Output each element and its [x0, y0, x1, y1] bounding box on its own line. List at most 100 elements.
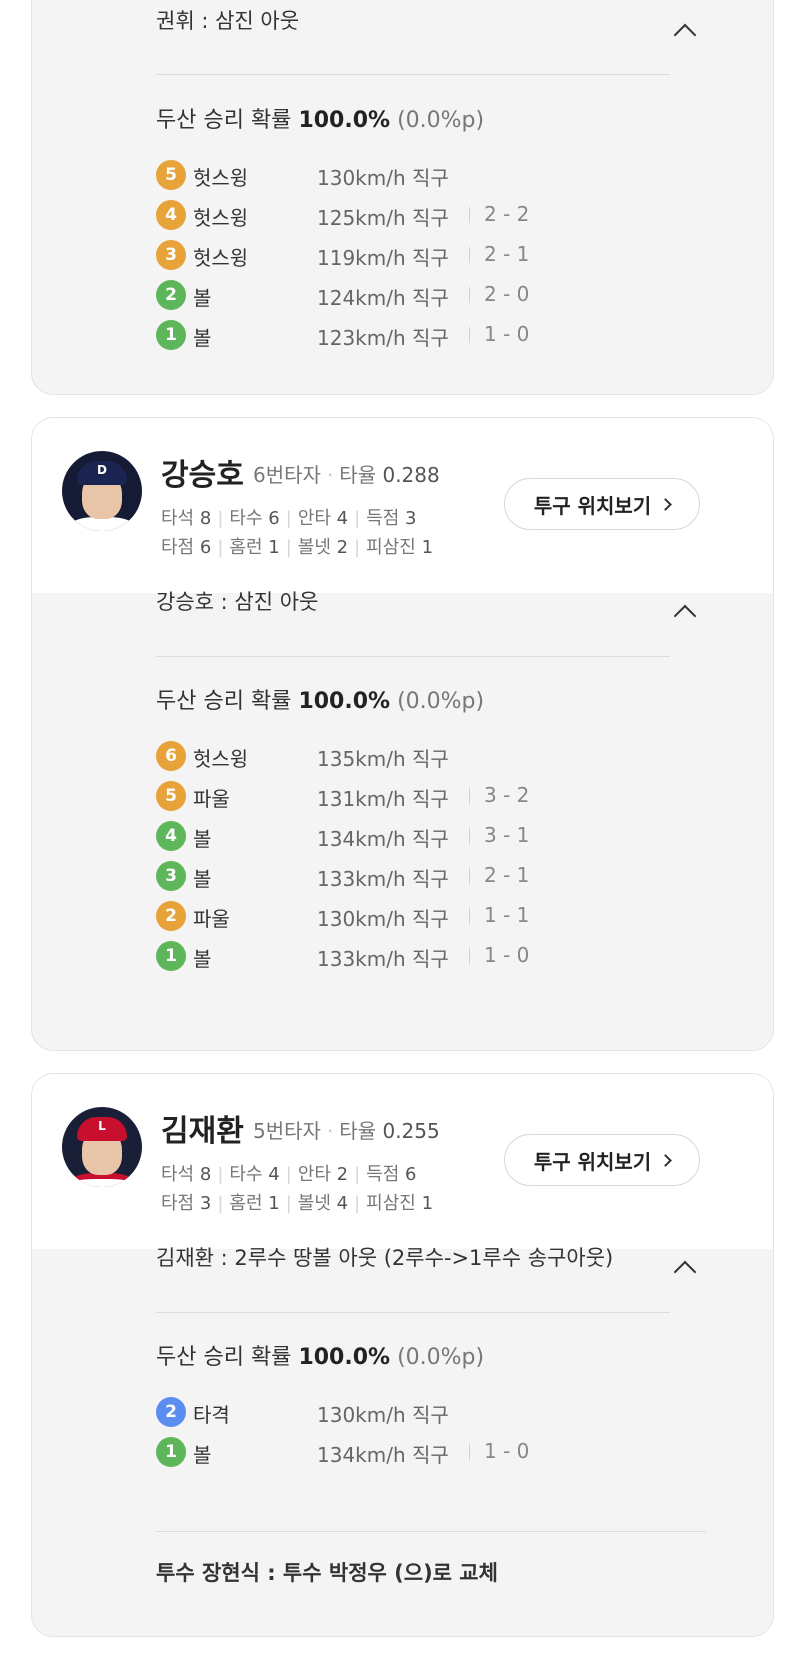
batter-stats-row: 타점 6 | 홈런 1 | 볼넷 2 | 피삼진 1	[161, 537, 434, 558]
stat-value: 4	[336, 508, 349, 529]
team-logo: L	[98, 1119, 106, 1133]
stat-label: 득점	[366, 508, 400, 529]
pitch-speed-type: 119km/h 직구	[317, 246, 449, 270]
stat-value: 8	[199, 1164, 212, 1185]
pitch-number-badge: 3	[156, 240, 186, 270]
player-name: 김재환	[161, 1114, 244, 1149]
stat-label: 볼넷	[297, 537, 331, 558]
stat-value: 4	[268, 1164, 280, 1185]
stat-label: 홈런	[229, 537, 263, 558]
divider	[156, 1531, 706, 1532]
stat-label: 홈런	[229, 1193, 263, 1214]
substitution-note: 투수 장현식 : 투수 박정우 (으)로 교체	[156, 1561, 498, 1585]
stat-label: 볼넷	[297, 1193, 331, 1214]
pitch-row: 4 헛스윙 125km/h 직구 2 - 2	[156, 198, 716, 230]
pitch-result: 파울	[193, 907, 230, 931]
pitch-location-label: 투구 위치보기	[533, 1149, 652, 1174]
stat-label: 타점	[161, 1193, 195, 1214]
stat-label: 타석	[161, 1164, 195, 1185]
pitch-speed-type: 134km/h 직구	[317, 1443, 449, 1467]
collapse-chevron-icon[interactable]	[672, 600, 696, 624]
ball-strike-count: 1 - 0	[469, 943, 529, 967]
pitch-result: 볼	[193, 286, 212, 310]
batter-card: L 김재환 5번타자 · 타율 0.255 타석 8 | 타수 4 | 안타 2 | 득점 6 …	[31, 1073, 774, 1637]
avg-value: 0.255	[382, 1119, 440, 1143]
pitch-speed-type: 130km/h 직구	[317, 1403, 449, 1427]
pitch-speed-type: 130km/h 직구	[317, 907, 449, 931]
pitch-number-badge: 1	[156, 1437, 186, 1467]
stat-label: 타수	[229, 508, 263, 529]
batter-stats-row: 타석 8 | 타수 4 | 안타 2 | 득점 6	[161, 1164, 417, 1185]
stat-label: 피삼진	[366, 1193, 416, 1214]
stat-label: 타수	[229, 1164, 263, 1185]
ball-strike-count: 1 - 0	[469, 322, 529, 346]
pitch-speed-type: 130km/h 직구	[317, 166, 449, 190]
avg-value: 0.288	[382, 463, 440, 487]
win-probability: 두산 승리 확률 100.0% (0.0%p)	[156, 683, 484, 715]
player-avatar: D	[62, 451, 142, 531]
pitch-number-badge: 6	[156, 741, 186, 771]
win-probability-value: 100.0%	[298, 689, 391, 714]
ball-strike-count: 3 - 2	[469, 783, 529, 807]
divider	[156, 656, 670, 657]
pitch-row: 4 볼 134km/h 직구 3 - 1	[156, 819, 716, 851]
pitch-number-badge: 1	[156, 320, 186, 350]
collapse-chevron-icon[interactable]	[672, 19, 696, 43]
pitch-result: 볼	[193, 867, 212, 891]
win-probability: 두산 승리 확률 100.0% (0.0%p)	[156, 102, 484, 134]
pitch-location-button[interactable]: 투구 위치보기	[504, 478, 700, 530]
batter-stats-row: 타점 3 | 홈런 1 | 볼넷 4 | 피삼진 1	[161, 1193, 434, 1214]
stat-value: 1	[268, 537, 280, 558]
at-bat-result: 강승호 : 삼진 아웃	[156, 590, 319, 614]
pitch-number-badge: 2	[156, 1397, 186, 1427]
collapse-chevron-icon[interactable]	[672, 1256, 696, 1280]
pitch-number-badge: 4	[156, 200, 186, 230]
pitch-speed-type: 133km/h 직구	[317, 867, 449, 891]
stat-label: 안타	[297, 1164, 331, 1185]
win-probability-delta: (0.0%p)	[397, 1345, 485, 1370]
stat-value: 6	[268, 508, 280, 529]
batter-card: D 강승호 6번타자 · 타율 0.288 타석 8 | 타수 6 | 안타 4 | 득점 3 …	[31, 417, 774, 1051]
stat-value: 3	[405, 508, 417, 529]
pitch-result: 볼	[193, 947, 212, 971]
pitch-speed-type: 124km/h 직구	[317, 286, 449, 310]
ball-strike-count: 2 - 1	[469, 242, 529, 266]
pitch-location-button[interactable]: 투구 위치보기	[504, 1134, 700, 1186]
win-probability-delta: (0.0%p)	[397, 108, 485, 133]
win-probability-label: 두산 승리 확률	[156, 108, 292, 133]
pitch-speed-type: 125km/h 직구	[317, 206, 449, 230]
win-probability-value: 100.0%	[298, 1345, 391, 1370]
pitch-row: 1 볼 134km/h 직구 1 - 0	[156, 1435, 716, 1467]
stat-label: 안타	[297, 508, 331, 529]
avg-label: 타율	[339, 463, 377, 487]
ball-strike-count: 2 - 2	[469, 202, 529, 226]
pitch-row: 5 파울 131km/h 직구 3 - 2	[156, 779, 716, 811]
player-name: 강승호	[161, 458, 244, 493]
stat-value: 4	[336, 1193, 349, 1214]
at-bat-result: 권휘 : 삼진 아웃	[156, 9, 300, 33]
pitch-speed-type: 123km/h 직구	[317, 326, 449, 350]
stat-value: 1	[421, 1193, 434, 1214]
pitch-speed-type: 133km/h 직구	[317, 947, 449, 971]
pitch-result: 헛스윙	[193, 747, 249, 771]
pitch-number-badge: 3	[156, 861, 186, 891]
pitch-speed-type: 131km/h 직구	[317, 787, 449, 811]
stat-value: 1	[421, 537, 434, 558]
pitch-speed-type: 134km/h 직구	[317, 827, 449, 851]
chevron-right-icon	[659, 497, 673, 511]
at-bat-result: 김재환 : 2루수 땅볼 아웃 (2루수->1루수 송구아웃)	[156, 1246, 614, 1270]
win-probability-label: 두산 승리 확률	[156, 689, 292, 714]
pitch-result: 타격	[193, 1403, 230, 1427]
pitch-row: 6 헛스윙 135km/h 직구	[156, 739, 716, 771]
pitch-result: 파울	[193, 787, 230, 811]
batting-order: 5번타자	[253, 1119, 321, 1143]
ball-strike-count: 1 - 0	[469, 1439, 529, 1463]
pitch-result: 볼	[193, 1443, 212, 1467]
pitch-row: 1 볼 133km/h 직구 1 - 0	[156, 939, 716, 971]
win-probability-label: 두산 승리 확률	[156, 1345, 292, 1370]
batter-stats-row: 타석 8 | 타수 6 | 안타 4 | 득점 3	[161, 508, 417, 529]
player-avatar: L	[62, 1107, 142, 1187]
player-meta: 6번타자 · 타율 0.288	[253, 463, 440, 487]
chevron-right-icon	[659, 1153, 673, 1167]
pitch-result: 볼	[193, 326, 212, 350]
